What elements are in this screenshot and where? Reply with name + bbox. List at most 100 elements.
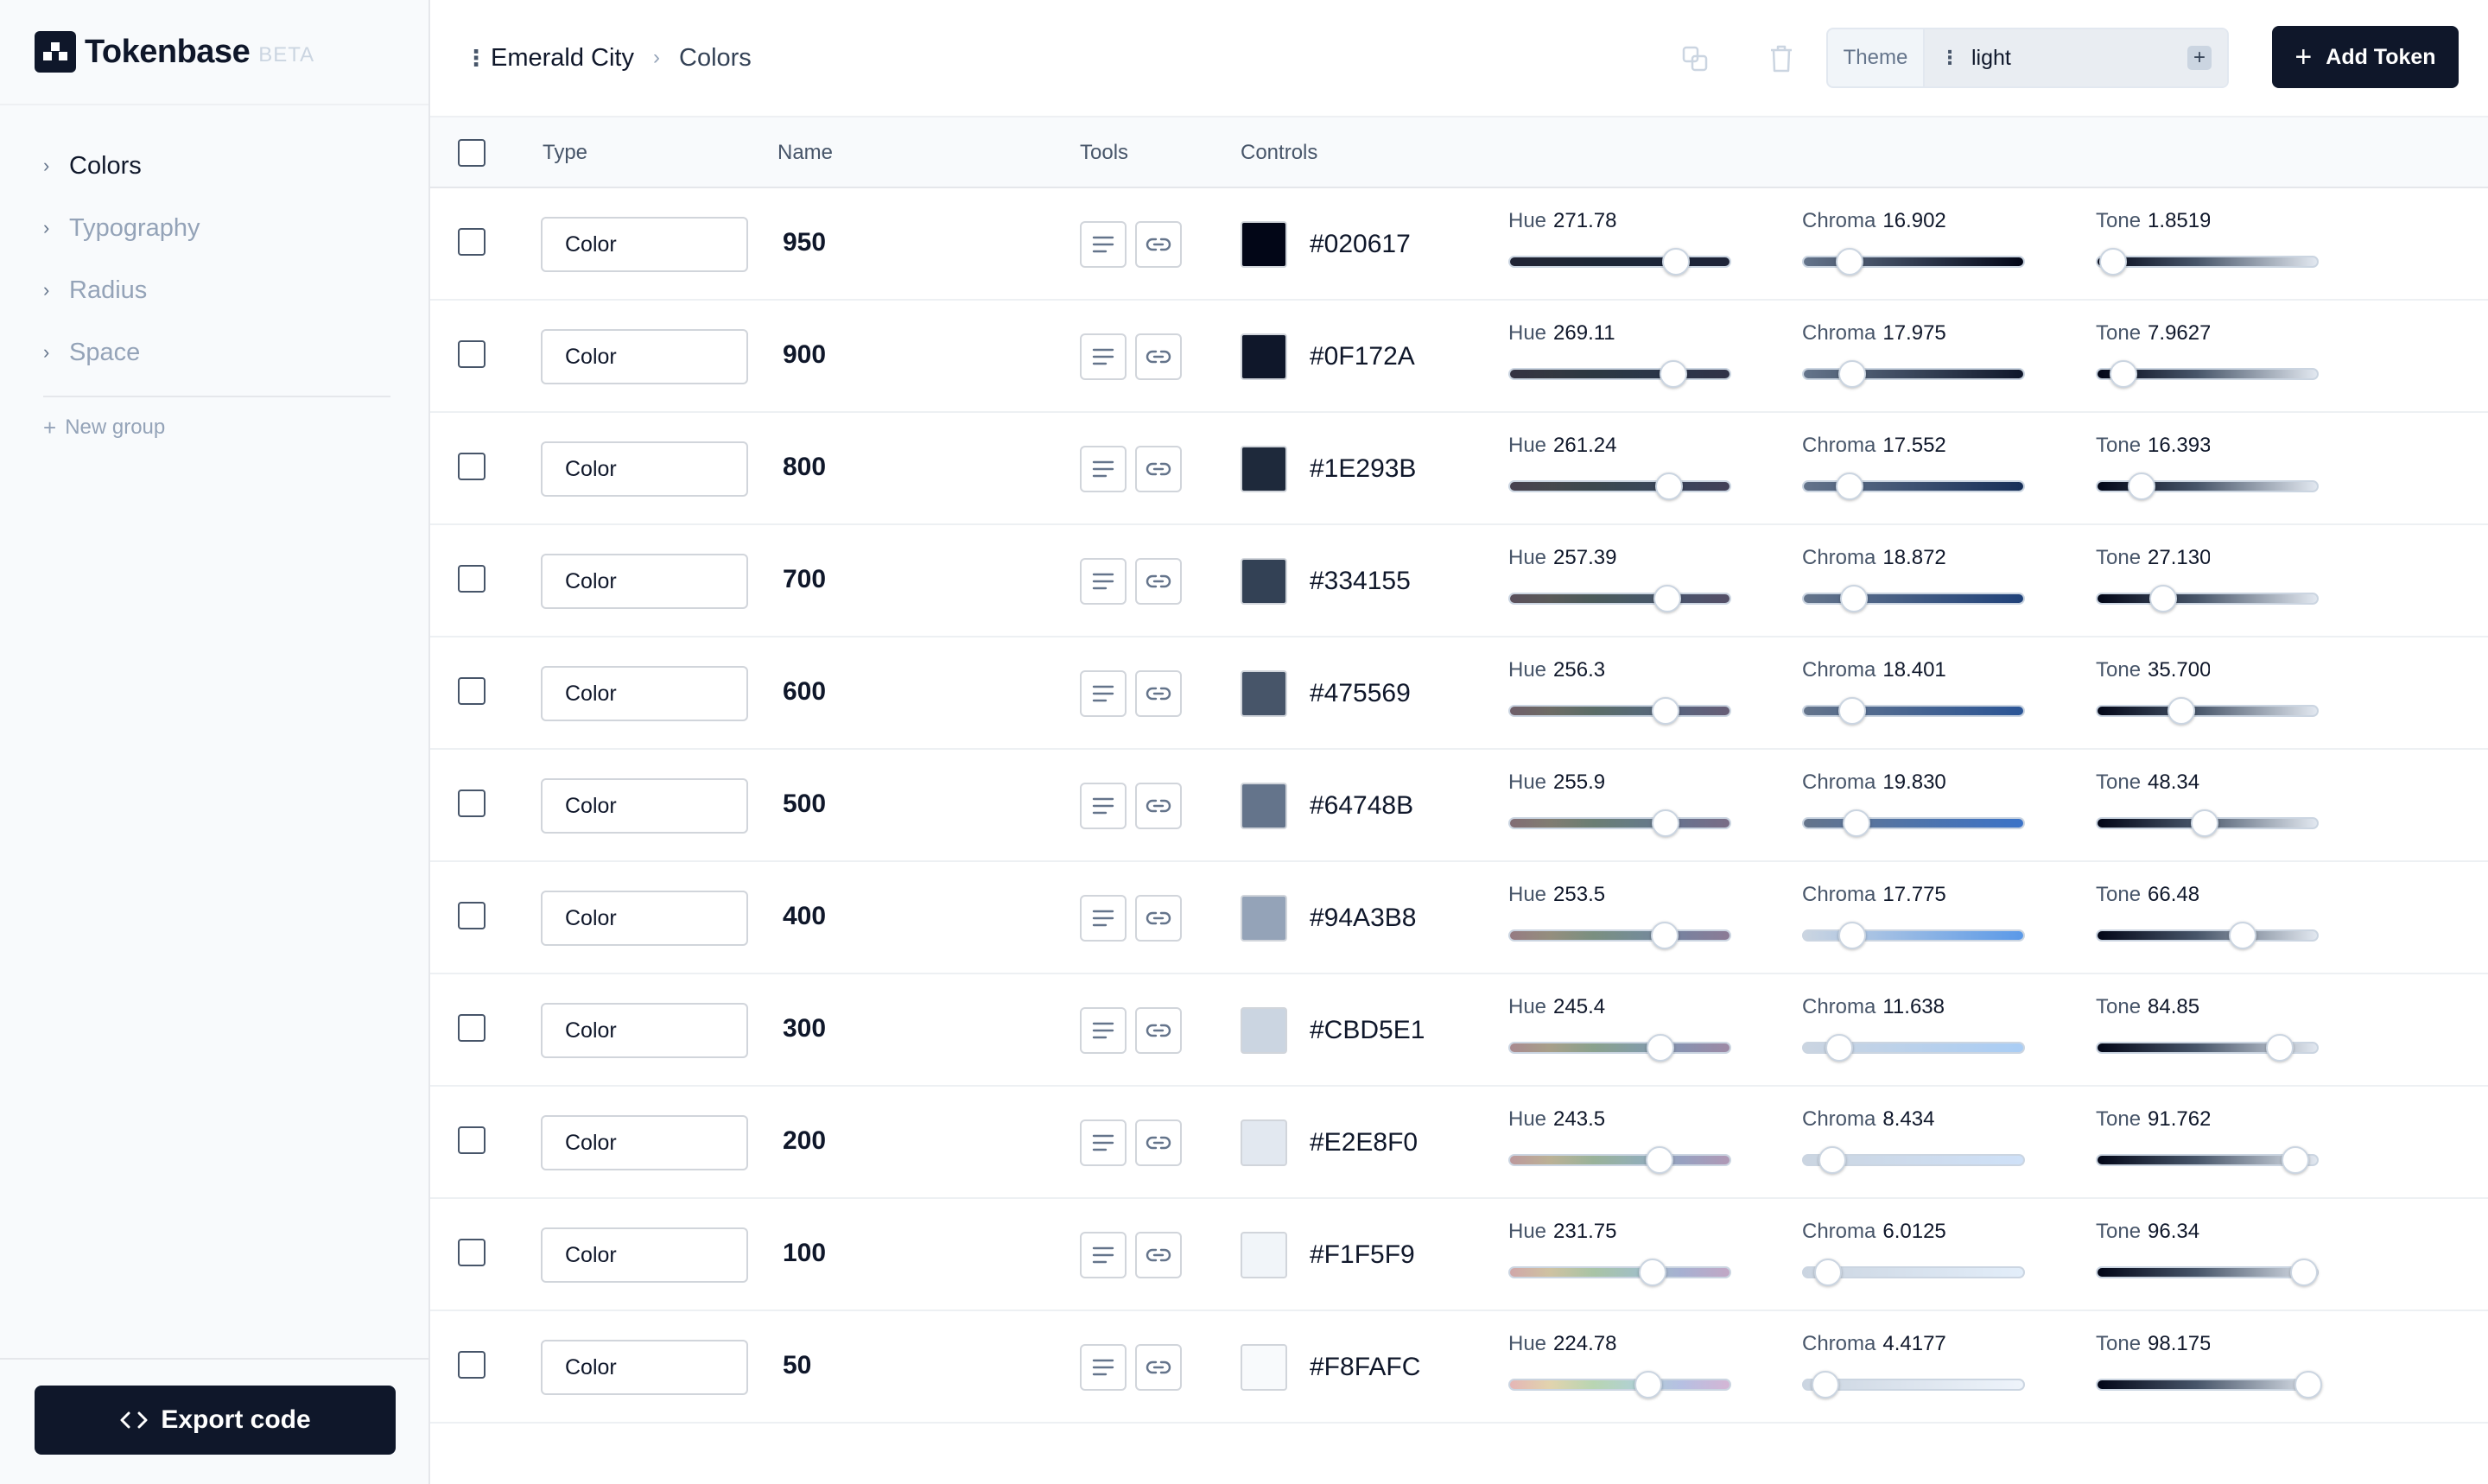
tone-slider-handle[interactable] [2289, 1259, 2318, 1286]
hue-slider[interactable] [1508, 248, 1731, 276]
chroma-value[interactable]: 8.434 [1882, 1107, 1934, 1132]
tone-value[interactable]: 98.175 [2148, 1332, 2210, 1356]
tone-slider-handle[interactable] [2127, 472, 2155, 500]
row-checkbox[interactable] [458, 1014, 486, 1042]
hex-value[interactable]: #F1F5F9 [1310, 1240, 1415, 1270]
hue-value[interactable]: 269.11 [1553, 321, 1615, 346]
delete-button[interactable] [1761, 38, 1802, 79]
hue-slider-handle[interactable] [1645, 1146, 1673, 1174]
hue-slider[interactable] [1508, 1034, 1731, 1062]
hue-slider[interactable] [1508, 1146, 1731, 1174]
tone-slider[interactable] [2096, 472, 2319, 500]
hex-value[interactable]: #64748B [1310, 791, 1413, 821]
hue-slider-handle[interactable] [1646, 1034, 1674, 1062]
chroma-slider[interactable] [1802, 472, 2025, 500]
add-token-button[interactable]: + Add Token [2272, 26, 2459, 88]
hue-slider-handle[interactable] [1634, 1371, 1663, 1398]
tone-slider-handle[interactable] [2281, 1146, 2309, 1174]
chroma-slider-handle[interactable] [1837, 697, 1866, 725]
hex-value[interactable]: #1E293B [1310, 454, 1416, 484]
chroma-slider-handle[interactable] [1837, 360, 1866, 388]
hue-slider-handle[interactable] [1652, 809, 1680, 837]
tone-slider[interactable] [2096, 1259, 2319, 1286]
tone-slider[interactable] [2096, 1371, 2322, 1398]
hue-slider[interactable] [1508, 472, 1731, 500]
tone-slider-handle[interactable] [2167, 697, 2195, 725]
chroma-value[interactable]: 17.775 [1882, 883, 1945, 907]
chroma-slider[interactable] [1802, 1146, 2025, 1174]
description-button[interactable] [1080, 446, 1127, 492]
tone-slider-handle[interactable] [2110, 360, 2138, 388]
tone-slider[interactable] [2096, 922, 2319, 949]
color-swatch[interactable] [1241, 333, 1287, 380]
type-select[interactable]: Color [541, 217, 748, 272]
hue-slider-handle[interactable] [1660, 360, 1688, 388]
duplicate-button[interactable] [1674, 38, 1716, 79]
hue-slider[interactable] [1508, 360, 1731, 388]
hue-value[interactable]: 231.75 [1553, 1220, 1616, 1244]
hex-value[interactable]: #020617 [1310, 230, 1411, 259]
export-code-button[interactable]: Export code [35, 1386, 396, 1455]
token-name[interactable]: 200 [783, 1126, 826, 1156]
token-name[interactable]: 600 [783, 677, 826, 707]
chroma-slider[interactable] [1802, 809, 2025, 837]
color-swatch[interactable] [1241, 558, 1287, 605]
row-checkbox[interactable] [458, 1351, 486, 1379]
hue-value[interactable]: 253.5 [1553, 883, 1605, 907]
hue-slider-handle[interactable] [1639, 1259, 1667, 1286]
theme-selector[interactable]: Theme ⋮ light + [1826, 28, 2229, 88]
tone-slider[interactable] [2096, 585, 2319, 612]
tone-value[interactable]: 96.34 [2148, 1220, 2199, 1244]
hue-slider-handle[interactable] [1652, 697, 1680, 725]
row-checkbox[interactable] [458, 790, 486, 817]
chroma-slider-handle[interactable] [1813, 1259, 1842, 1286]
tone-value[interactable]: 1.8519 [2148, 209, 2210, 233]
color-swatch[interactable] [1241, 446, 1287, 492]
add-theme-plus-icon[interactable]: + [2187, 46, 2212, 70]
hex-value[interactable]: #F8FAFC [1310, 1353, 1420, 1382]
hue-value[interactable]: 256.3 [1553, 658, 1605, 682]
hue-slider[interactable] [1508, 809, 1731, 837]
description-button[interactable] [1080, 670, 1127, 717]
tone-slider[interactable] [2096, 248, 2319, 276]
chroma-slider-handle[interactable] [1825, 1034, 1853, 1062]
tone-slider[interactable] [2096, 809, 2319, 837]
type-select[interactable]: Color [541, 1115, 748, 1170]
chroma-slider-handle[interactable] [1840, 585, 1869, 612]
chroma-slider[interactable] [1802, 1034, 2025, 1062]
row-checkbox[interactable] [458, 1126, 486, 1154]
hue-slider-handle[interactable] [1653, 585, 1681, 612]
alias-link-button[interactable] [1135, 1119, 1182, 1166]
row-checkbox[interactable] [458, 340, 486, 368]
select-all-checkbox[interactable] [458, 139, 486, 167]
chroma-slider-handle[interactable] [1836, 248, 1864, 276]
hue-value[interactable]: 255.9 [1553, 771, 1605, 795]
row-checkbox[interactable] [458, 677, 486, 705]
description-button[interactable] [1080, 558, 1127, 605]
token-name[interactable]: 900 [783, 340, 826, 370]
alias-link-button[interactable] [1135, 1344, 1182, 1391]
alias-link-button[interactable] [1135, 1007, 1182, 1054]
chroma-value[interactable]: 4.4177 [1882, 1332, 1945, 1356]
hex-value[interactable]: #CBD5E1 [1310, 1016, 1425, 1045]
alias-link-button[interactable] [1135, 221, 1182, 268]
color-swatch[interactable] [1241, 1344, 1287, 1391]
row-checkbox[interactable] [458, 565, 486, 593]
more-vertical-icon[interactable]: ⋮ [465, 45, 491, 72]
breadcrumb-project[interactable]: Emerald City [491, 44, 634, 73]
color-swatch[interactable] [1241, 221, 1287, 268]
token-name[interactable]: 950 [783, 228, 826, 257]
tone-value[interactable]: 84.85 [2148, 995, 2199, 1019]
token-name[interactable]: 400 [783, 902, 826, 931]
hue-slider[interactable] [1508, 922, 1731, 949]
hex-value[interactable]: #334155 [1310, 567, 1411, 596]
color-swatch[interactable] [1241, 783, 1287, 829]
tone-value[interactable]: 48.34 [2148, 771, 2199, 795]
tone-slider-handle[interactable] [2228, 922, 2256, 949]
color-swatch[interactable] [1241, 1232, 1287, 1278]
hex-value[interactable]: #475569 [1310, 679, 1411, 708]
color-swatch[interactable] [1241, 1007, 1287, 1054]
new-group-button[interactable]: + New group [0, 409, 428, 446]
type-select[interactable]: Color [541, 666, 748, 721]
hue-slider-handle[interactable] [1655, 472, 1684, 500]
